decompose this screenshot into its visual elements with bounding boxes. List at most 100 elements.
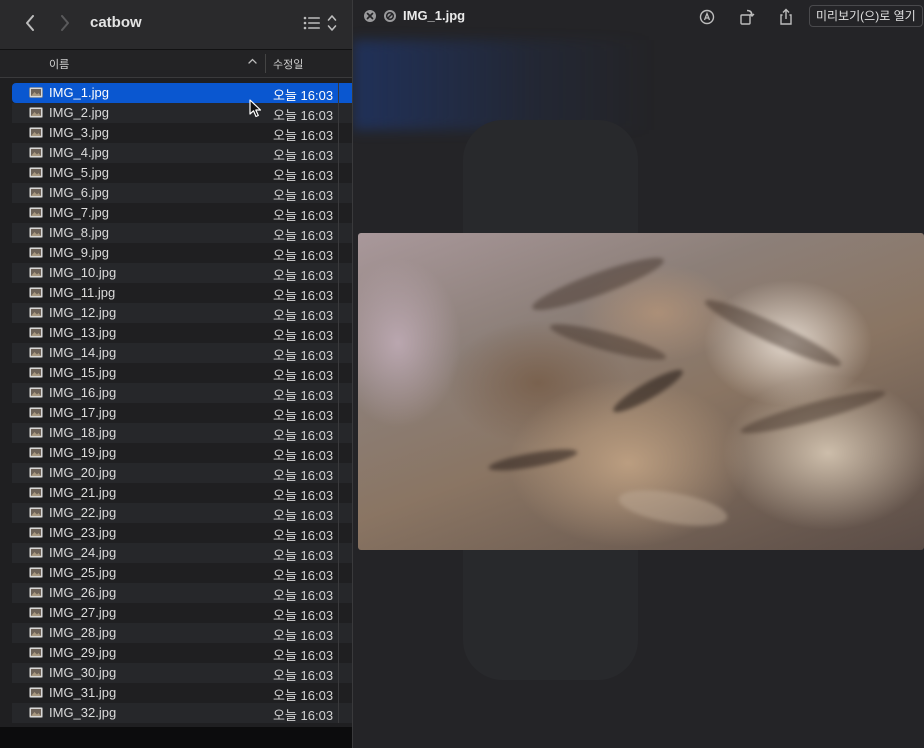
file-row[interactable]: IMG_29.jpg 오늘 16:03: [12, 643, 352, 663]
file-row[interactable]: IMG_16.jpg 오늘 16:03: [12, 383, 352, 403]
file-date: 오늘 16:03: [273, 328, 334, 343]
view-options-toggle[interactable]: [327, 13, 337, 33]
file-name: IMG_21.jpg: [49, 485, 117, 500]
file-date: 오늘 16:03: [273, 648, 334, 663]
column-separator: [338, 263, 339, 283]
file-row[interactable]: IMG_7.jpg 오늘 16:03: [12, 203, 352, 223]
column-separator: [338, 123, 339, 143]
file-name: IMG_32.jpg: [49, 705, 117, 720]
open-with-preview-button[interactable]: 미리보기(으)로 열기: [809, 5, 923, 27]
file-row[interactable]: IMG_25.jpg 오늘 16:03: [12, 563, 352, 583]
file-name: IMG_24.jpg: [49, 545, 117, 560]
image-file-icon: [29, 687, 43, 698]
list-view-button[interactable]: [302, 14, 322, 32]
close-icon[interactable]: [363, 9, 377, 23]
file-row[interactable]: IMG_23.jpg 오늘 16:03: [12, 523, 352, 543]
file-row[interactable]: IMG_24.jpg 오늘 16:03: [12, 543, 352, 563]
file-row[interactable]: IMG_1.jpg 오늘 16:03: [12, 83, 352, 103]
file-row[interactable]: IMG_3.jpg 오늘 16:03: [12, 123, 352, 143]
file-date: 오늘 16:03: [273, 688, 334, 703]
file-date: 오늘 16:03: [273, 228, 334, 243]
file-date: 오늘 16:03: [273, 608, 334, 623]
image-file-icon: [29, 607, 43, 618]
image-file-icon: [29, 567, 43, 578]
file-row[interactable]: IMG_14.jpg 오늘 16:03: [12, 343, 352, 363]
file-list: IMG_1.jpg 오늘 16:03 IMG_2.jpg 오늘 16:03 IMG_3.…: [12, 83, 352, 723]
file-name: IMG_26.jpg: [49, 585, 117, 600]
file-row[interactable]: IMG_21.jpg 오늘 16:03: [12, 483, 352, 503]
file-name: IMG_11.jpg: [49, 285, 116, 300]
file-row[interactable]: IMG_6.jpg 오늘 16:03: [12, 183, 352, 203]
column-separator: [338, 623, 339, 643]
column-separator: [338, 663, 339, 683]
file-name: IMG_7.jpg: [49, 205, 109, 220]
mouse-cursor-icon: [249, 99, 262, 118]
file-row[interactable]: IMG_32.jpg 오늘 16:03: [12, 703, 352, 723]
finder-bottom-bar: [0, 727, 352, 748]
file-row[interactable]: IMG_8.jpg 오늘 16:03: [12, 223, 352, 243]
file-row[interactable]: IMG_15.jpg 오늘 16:03: [12, 363, 352, 383]
block-icon[interactable]: [383, 9, 397, 23]
file-date: 오늘 16:03: [273, 488, 334, 503]
share-button[interactable]: [776, 7, 796, 27]
file-row[interactable]: IMG_5.jpg 오늘 16:03: [12, 163, 352, 183]
file-row[interactable]: IMG_13.jpg 오늘 16:03: [12, 323, 352, 343]
file-name: IMG_13.jpg: [49, 325, 117, 340]
file-name: IMG_3.jpg: [49, 125, 109, 140]
image-file-icon: [29, 187, 43, 198]
file-row[interactable]: IMG_22.jpg 오늘 16:03: [12, 503, 352, 523]
image-file-icon: [29, 487, 43, 498]
back-button[interactable]: [19, 12, 41, 34]
sort-ascending-icon[interactable]: [248, 58, 257, 64]
file-row[interactable]: IMG_30.jpg 오늘 16:03: [12, 663, 352, 683]
file-date: 오늘 16:03: [273, 148, 334, 163]
file-row[interactable]: IMG_4.jpg 오늘 16:03: [12, 143, 352, 163]
column-separator: [338, 683, 339, 703]
column-divider[interactable]: [265, 54, 266, 73]
column-separator: [338, 383, 339, 403]
file-row[interactable]: IMG_27.jpg 오늘 16:03: [12, 603, 352, 623]
file-date: 오늘 16:03: [273, 168, 334, 183]
column-separator: [338, 483, 339, 503]
file-name: IMG_15.jpg: [49, 365, 117, 380]
file-row[interactable]: IMG_2.jpg 오늘 16:03: [12, 103, 352, 123]
file-row[interactable]: IMG_19.jpg 오늘 16:03: [12, 443, 352, 463]
finder-window: catbow 이름 수정일 IMG_1.jpg 오늘 16:03 IMG_2.jpg: [0, 0, 352, 727]
image-file-icon: [29, 347, 43, 358]
file-name: IMG_20.jpg: [49, 465, 117, 480]
file-date: 오늘 16:03: [273, 268, 334, 283]
file-row[interactable]: IMG_9.jpg 오늘 16:03: [12, 243, 352, 263]
file-row[interactable]: IMG_17.jpg 오늘 16:03: [12, 403, 352, 423]
column-separator: [338, 343, 339, 363]
file-row[interactable]: IMG_11.jpg 오늘 16:03: [12, 283, 352, 303]
markup-icon: [699, 9, 715, 25]
markup-button[interactable]: [697, 7, 717, 27]
chevron-updown-icon: [327, 15, 337, 31]
name-column-header[interactable]: 이름: [49, 56, 69, 72]
folder-title: catbow: [90, 14, 142, 31]
file-row[interactable]: IMG_28.jpg 오늘 16:03: [12, 623, 352, 643]
image-file-icon: [29, 387, 43, 398]
date-column-header[interactable]: 수정일: [273, 56, 303, 72]
image-file-icon: [29, 167, 43, 178]
file-date: 오늘 16:03: [273, 288, 334, 303]
rotate-button[interactable]: [737, 7, 757, 27]
image-file-icon: [29, 447, 43, 458]
image-file-icon: [29, 127, 43, 138]
file-row[interactable]: IMG_20.jpg 오늘 16:03: [12, 463, 352, 483]
file-row[interactable]: IMG_18.jpg 오늘 16:03: [12, 423, 352, 443]
column-separator: [338, 703, 339, 723]
forward-button[interactable]: [54, 12, 76, 34]
file-row[interactable]: IMG_12.jpg 오늘 16:03: [12, 303, 352, 323]
column-separator: [338, 363, 339, 383]
file-row[interactable]: IMG_31.jpg 오늘 16:03: [12, 683, 352, 703]
kitten-photo: [358, 233, 924, 550]
file-date: 오늘 16:03: [273, 408, 334, 423]
file-name: IMG_31.jpg: [49, 685, 117, 700]
file-date: 오늘 16:03: [273, 528, 334, 543]
image-file-icon: [29, 707, 43, 718]
file-name: IMG_27.jpg: [49, 605, 117, 620]
file-row[interactable]: IMG_26.jpg 오늘 16:03: [12, 583, 352, 603]
image-file-icon: [29, 147, 43, 158]
file-row[interactable]: IMG_10.jpg 오늘 16:03: [12, 263, 352, 283]
